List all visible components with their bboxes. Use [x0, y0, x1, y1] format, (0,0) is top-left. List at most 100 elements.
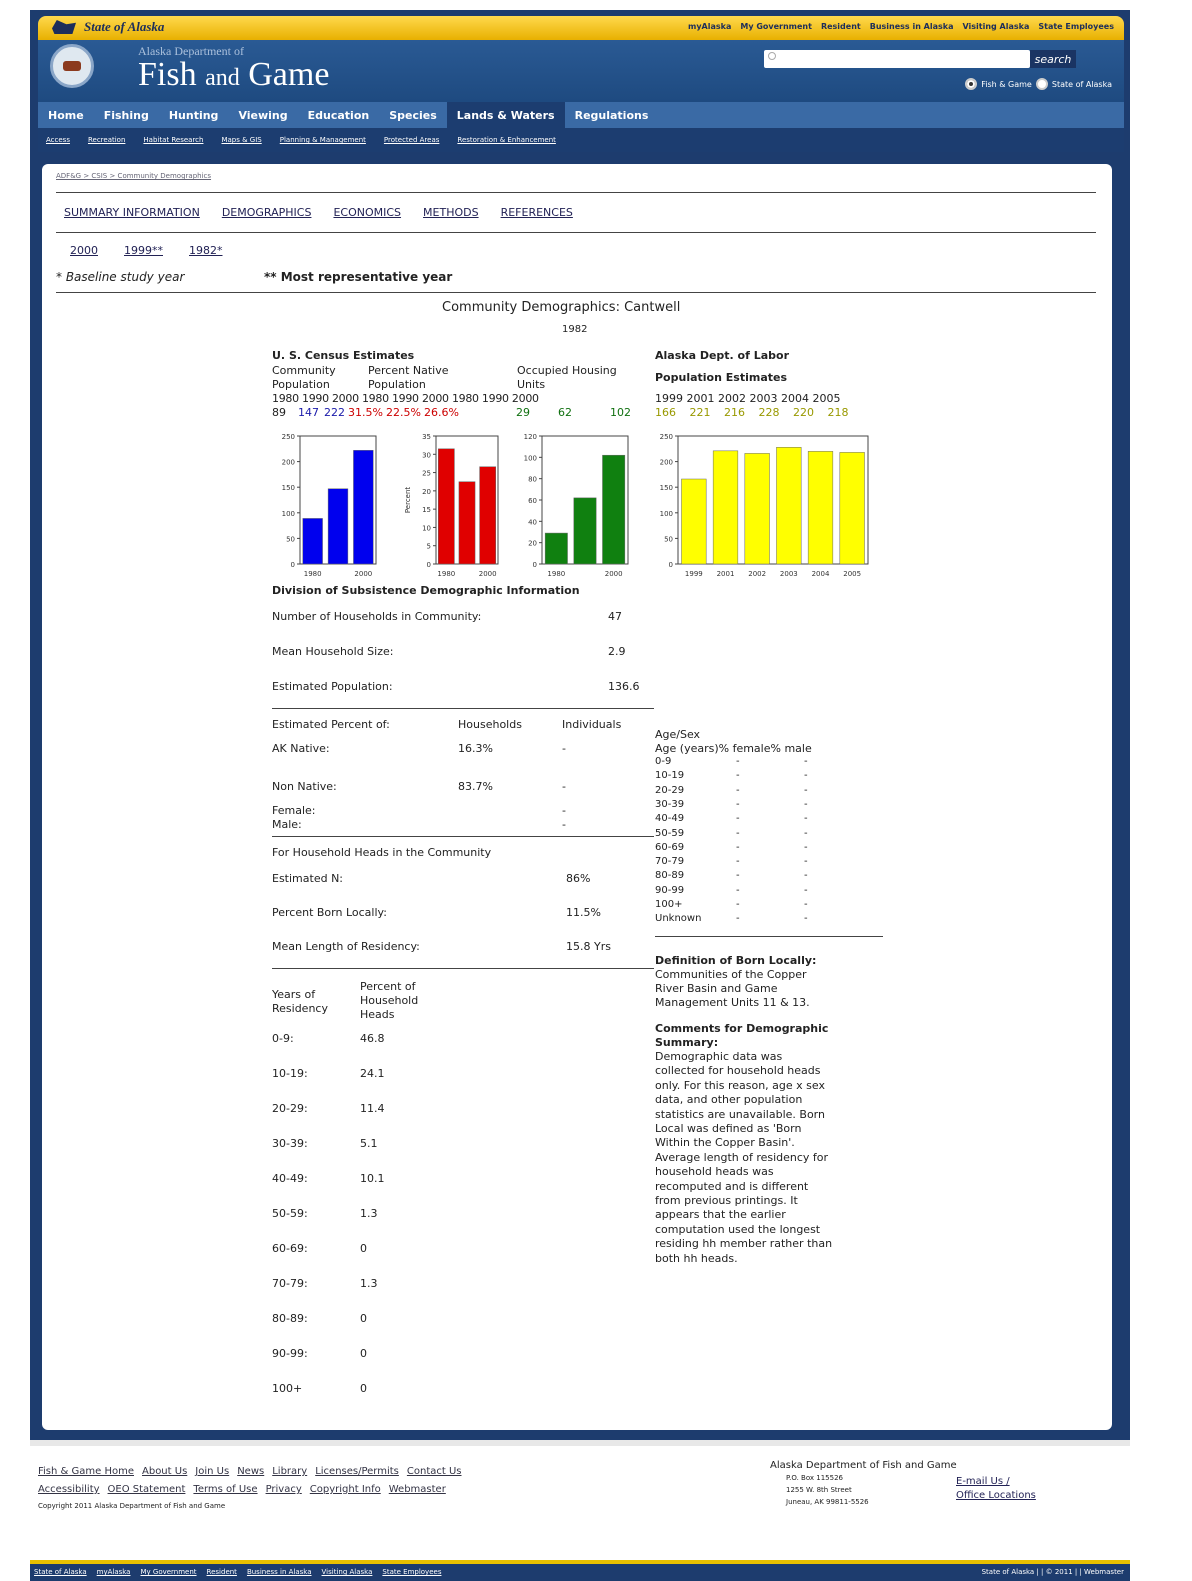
nav-home[interactable]: Home [38, 102, 94, 128]
footer-link[interactable]: Fish & Game Home [38, 1466, 134, 1477]
top-link-business[interactable]: Business in Alaska [870, 22, 954, 31]
agesex-f: - [736, 884, 740, 896]
x-tick-label: 1980 [304, 570, 322, 578]
footer-link[interactable]: News [237, 1466, 264, 1477]
definition-line: River Basin and Game [655, 982, 778, 995]
residency-range: 90-99: [272, 1347, 308, 1360]
bottom-link[interactable]: State of Alaska [34, 1568, 87, 1576]
bottom-link[interactable]: Visiting Alaska [322, 1568, 373, 1576]
top-link-employees[interactable]: State Employees [1038, 22, 1114, 31]
agesex-m: - [804, 899, 808, 910]
email-link[interactable]: E-mail Us / [956, 1476, 1010, 1487]
labor-value: 166 [655, 406, 676, 419]
subnav-access[interactable]: Access [46, 136, 70, 144]
state-brand[interactable]: State of Alaska [52, 19, 164, 35]
dept-title-fish: Fish [138, 56, 197, 93]
agesex-age: 70-79 [655, 856, 685, 868]
footer-link[interactable]: Licenses/Permits [315, 1466, 399, 1477]
comment-line: from previous printings. It [655, 1194, 798, 1207]
offices-link[interactable]: Office Locations [956, 1490, 1036, 1501]
bar [681, 478, 707, 565]
agesex-m: - [804, 784, 808, 796]
breadcrumb[interactable]: ADF&G > CSIS > Community Demographics [56, 172, 211, 180]
census-pop-2000: 222 [324, 406, 345, 419]
residency-value: 46.8 [360, 1032, 385, 1045]
dept-title[interactable]: Fish and Game [138, 56, 329, 94]
tab-summary[interactable]: SUMMARY INFORMATION [64, 206, 200, 219]
labor-value: 218 [827, 406, 849, 419]
residency-range: 80-89: [272, 1312, 308, 1325]
residency-range: 60-69: [272, 1242, 308, 1255]
nav-regulations[interactable]: Regulations [565, 102, 659, 128]
divider [56, 232, 1096, 233]
chart-svg: 0 50 100 150 200 250 1999 2001 2002 2003 2004 2005 [660, 433, 869, 578]
subnav-restoration[interactable]: Restoration & Enhancement [457, 136, 556, 144]
radio-state[interactable] [1035, 78, 1048, 90]
nav-education[interactable]: Education [298, 102, 380, 128]
sub-nav: Access Recreation Habitat Research Maps … [38, 128, 1124, 152]
est-n-value: 86% [566, 872, 591, 885]
search-button[interactable]: search [1030, 50, 1076, 68]
subnav-maps[interactable]: Maps & GIS [221, 136, 261, 144]
bottom-right: State of Alaska | | © 2011 | | Webmaster [981, 1568, 1124, 1576]
agesex-f: - [736, 870, 740, 882]
search-input[interactable] [764, 50, 1030, 68]
top-link-resident[interactable]: Resident [821, 22, 861, 31]
y-tick-label: 80 [528, 476, 537, 484]
tab-demographics[interactable]: DEMOGRAPHICS [222, 206, 312, 219]
bottom-link[interactable]: Resident [207, 1568, 237, 1576]
tab-references[interactable]: REFERENCES [501, 206, 573, 219]
footer-link[interactable]: Webmaster [389, 1484, 446, 1495]
top-link-myalaska[interactable]: myAlaska [688, 22, 731, 31]
agesex-f: - [736, 841, 740, 853]
tab-economics[interactable]: ECONOMICS [333, 206, 401, 219]
nav-lands-waters[interactable]: Lands & Waters [446, 102, 565, 128]
nav-hunting[interactable]: Hunting [159, 102, 229, 128]
footer-link[interactable]: Accessibility [38, 1484, 100, 1495]
bar [479, 466, 496, 565]
comment-line: only. For this reason, age x sex [655, 1078, 825, 1092]
bottom-link[interactable]: State Employees [382, 1568, 441, 1576]
year-2000[interactable]: 2000 [70, 244, 98, 257]
top-link-visiting[interactable]: Visiting Alaska [962, 22, 1029, 31]
x-tick-label: 2005 [843, 570, 861, 578]
bottom-link[interactable]: My Government [140, 1568, 196, 1576]
tab-methods[interactable]: METHODS [423, 206, 479, 219]
footer-link[interactable]: About Us [142, 1466, 187, 1477]
bottom-link[interactable]: myAlaska [97, 1568, 131, 1576]
radio-fish-game[interactable] [965, 78, 978, 90]
plot-area [677, 435, 869, 565]
nav-species[interactable]: Species [379, 102, 447, 128]
subnav-habitat[interactable]: Habitat Research [143, 136, 203, 144]
footer-link[interactable]: Copyright Info [310, 1484, 381, 1495]
footer-link[interactable]: Library [272, 1466, 307, 1477]
census-hu-1980: 29 [516, 406, 530, 419]
footer-link[interactable]: OEO Statement [108, 1484, 186, 1495]
footer-link[interactable]: Terms of Use [193, 1484, 257, 1495]
footer-link[interactable]: Privacy [266, 1484, 302, 1495]
residency-col2a: Percent of [360, 980, 416, 993]
agesex-m: - [804, 884, 808, 896]
footer-link[interactable]: Join Us [195, 1466, 229, 1477]
subnav-protected[interactable]: Protected Areas [384, 136, 439, 144]
footer-link[interactable]: Contact Us [407, 1466, 462, 1477]
bottom-link[interactable]: Business in Alaska [247, 1568, 312, 1576]
y-tick-label: 100 [660, 510, 673, 518]
nav-fishing[interactable]: Fishing [94, 102, 159, 128]
y-tick-label: 35 [422, 433, 431, 441]
comment-line: Local was defined as 'Born [655, 1122, 802, 1135]
top-link-government[interactable]: My Government [740, 22, 812, 31]
adfg-seal-logo[interactable] [50, 44, 94, 88]
agesex-age: 80-89 [655, 870, 685, 882]
subnav-planning[interactable]: Planning & Management [280, 136, 366, 144]
page-title: Community Demographics: Cantwell [442, 300, 681, 315]
year-1999[interactable]: 1999** [124, 244, 163, 257]
individuals-col: Individuals [562, 718, 622, 731]
census-col3a: Occupied Housing [517, 364, 617, 377]
year-1982[interactable]: 1982* [189, 244, 223, 257]
nav-viewing[interactable]: Viewing [228, 102, 297, 128]
subnav-recreation[interactable]: Recreation [88, 136, 125, 144]
agesex-m: - [804, 827, 808, 839]
bar [839, 452, 865, 565]
agesex-m: - [804, 870, 808, 882]
